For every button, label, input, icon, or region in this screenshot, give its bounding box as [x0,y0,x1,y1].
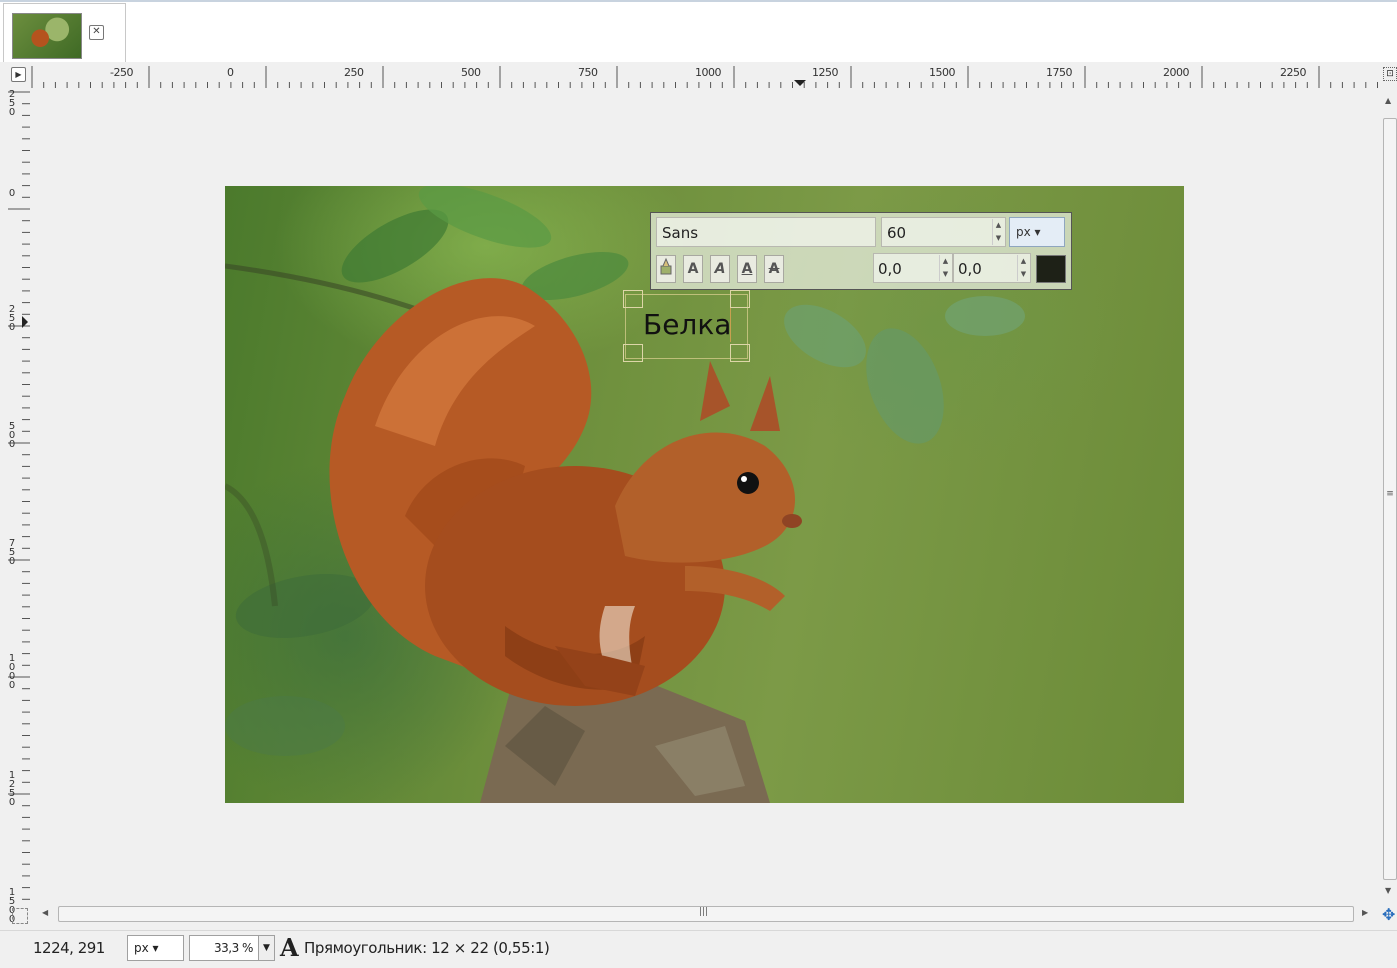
ruler-digit: 0 [8,680,16,691]
text-tool-icon: A [280,933,299,962]
baseline-offset-value[interactable]: 0,0 [878,260,902,278]
italic-button[interactable]: A [710,255,730,283]
ruler-label: 750 [578,66,598,79]
spin-arrows-icon[interactable]: ▲ ▼ [1017,255,1029,281]
ruler-digit: 0 [8,797,16,808]
canvas-view[interactable]: Белка Sans 60 ▲ ▼ px ▾ A A A A 0,0 ▲ ▼ 0,0… [30,88,1378,904]
text-style-editor: Sans 60 ▲ ▼ px ▾ A A A A 0,0 ▲ ▼ 0,0 ▲ ▼ [650,212,1072,290]
ruler-label: 250 [344,66,364,79]
status-bar: 1224, 291 px ▾ 33,3 % ▼ A Прямоугольник:… [0,930,1397,968]
ruler-digit: 0 [8,439,16,450]
ruler-digit: 0 [8,556,16,567]
resize-handle[interactable] [623,290,643,308]
ruler-digit: 0 [8,322,16,333]
text-layer[interactable]: Белка [643,308,731,341]
resize-handle[interactable] [623,344,643,362]
vertical-ruler[interactable]: 250 0 250 500 750 1000 1250 1500 [6,88,30,925]
kerning-field[interactable]: 0,0 ▲ ▼ [953,253,1031,283]
unit-label: px [1016,225,1031,239]
underline-button[interactable]: A [737,255,757,283]
unit-dropdown[interactable]: px ▾ [1009,217,1065,247]
image-tab[interactable]: ✕ [3,3,126,62]
unit-select-label: px [134,941,149,955]
grip-icon: ||| [699,907,709,917]
resize-handle[interactable] [730,290,750,308]
zoom-fit-icon[interactable]: ⊡ [1383,67,1397,81]
strikethrough-button[interactable]: A [764,255,784,283]
font-size-value[interactable]: 60 [887,224,906,242]
baseline-offset-field[interactable]: 0,0 ▲ ▼ [873,253,953,283]
ruler-digit: 0 [8,188,16,199]
grip-icon: ≡ [1386,489,1394,499]
ruler-label: 2000 [1163,66,1190,79]
ruler-label: 0 [227,66,234,79]
text-cursor [730,308,731,342]
unit-select[interactable]: px ▾ [127,935,184,961]
font-field[interactable]: Sans [656,217,876,247]
kerning-value[interactable]: 0,0 [958,260,982,278]
close-icon[interactable]: ✕ [89,25,104,40]
ruler-label: 1000 [695,66,722,79]
resize-handle[interactable] [730,344,750,362]
ruler-label: 1750 [1046,66,1073,79]
image-tab-bar: ✕ [0,0,1397,63]
chevron-down-icon[interactable]: ▼ [258,936,274,960]
quick-mask-icon[interactable] [12,908,28,924]
horizontal-scroll-thumb[interactable]: ||| [58,906,1354,922]
vertical-scroll-thumb[interactable]: ≡ [1383,118,1397,880]
font-size-field[interactable]: 60 ▲ ▼ [881,217,1006,247]
squirrel-thumbnail[interactable] [12,13,82,59]
ruler-label: -250 [110,66,133,79]
navigate-icon[interactable]: ✥ [1382,907,1395,923]
canvas-area: ▶ ⊡ -250 0 250 500 750 1000 1250 1500 17… [0,62,1397,930]
horizontal-scrollbar[interactable]: ◀ ||| ▶ [36,904,1376,924]
menu-arrow-icon[interactable]: ▶ [11,67,26,82]
horizontal-ruler[interactable]: -250 0 250 500 750 1000 1250 1500 1750 2… [30,64,1378,88]
spin-arrows-icon[interactable]: ▲ ▼ [992,219,1004,245]
clear-style-icon[interactable] [656,255,676,283]
ruler-label: 2250 [1280,66,1307,79]
zoom-value[interactable]: 33,3 % [214,941,253,955]
status-message: Прямоугольник: 12 × 22 (0,55:1) [304,939,550,957]
ruler-digit: 0 [8,107,16,118]
ruler-label: 1250 [812,66,839,79]
text-color-swatch[interactable] [1036,255,1066,283]
vertical-scrollbar[interactable]: ▲ ≡ ▼ [1380,88,1397,904]
spin-arrows-icon[interactable]: ▲ ▼ [939,255,951,281]
scroll-down-icon[interactable]: ▼ [1385,886,1391,895]
scroll-up-icon[interactable]: ▲ [1385,96,1391,105]
pointer-coordinates: 1224, 291 [33,939,105,957]
scroll-left-icon[interactable]: ◀ [42,908,48,917]
zoom-select[interactable]: 33,3 % ▼ [189,935,275,961]
scroll-right-icon[interactable]: ▶ [1362,908,1368,917]
bold-button[interactable]: A [683,255,703,283]
ruler-label: 1500 [929,66,956,79]
ruler-label: 500 [461,66,481,79]
